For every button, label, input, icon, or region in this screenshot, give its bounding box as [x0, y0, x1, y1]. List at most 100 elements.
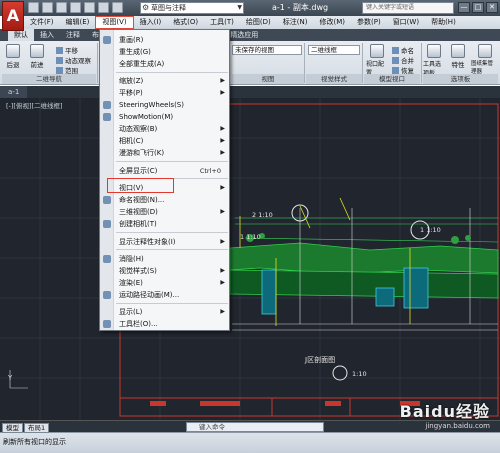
menu-item-label: 动态观察(B)	[119, 125, 158, 133]
menu-item-label: 三维视图(D)	[119, 208, 158, 216]
menu-bar: 文件(F) 编辑(E) 视图(V) 插入(I) 格式(O) 工具(T) 绘图(D) 标注(N)…	[24, 16, 500, 29]
view-menu-item-10[interactable]: 全屏显示(C) Ctrl+0	[100, 165, 229, 177]
save-as-icon[interactable]	[70, 2, 81, 13]
named-viewports-button[interactable]: 命名	[392, 45, 414, 55]
workspace-select[interactable]: ⚙ 草图与注释 ▼	[140, 2, 244, 14]
doc-tab-0[interactable]: a-1	[0, 86, 28, 98]
view-menu-item-20[interactable]: 显示(L) ▶	[100, 306, 229, 318]
view-menu-item-18[interactable]: 渲染(E) ▶	[100, 277, 229, 289]
drawing-canvas[interactable]: 2 1:10 1 1:10 1 1:10 J区剖面图 1:10 Y	[0, 98, 500, 420]
gear-icon: ⚙	[142, 3, 150, 12]
layout-tabs: 模型 布局1	[2, 423, 50, 433]
view-menu-item-19[interactable]: 运动路径动画(M)...	[100, 289, 229, 301]
chevron-right-icon: ▶	[220, 208, 225, 215]
menu-3[interactable]: 插入(I)	[134, 16, 168, 29]
properties-button[interactable]: 特性	[448, 44, 468, 69]
tab-model[interactable]: 模型	[2, 423, 23, 433]
back-button[interactable]: 后退	[6, 44, 20, 69]
menu-1[interactable]: 编辑(E)	[60, 16, 96, 29]
document-title: a-1 - 副本.dwg	[272, 3, 329, 12]
ribbon-tab-1[interactable]: 插入	[34, 29, 60, 41]
pan-hand-icon	[56, 47, 63, 54]
view-menu-item-15[interactable]: 显示注释性对象(I) ▶	[100, 236, 229, 248]
viewport-controls-label[interactable]: [-][俯视][二维线框]	[6, 100, 63, 110]
named-icon	[392, 47, 399, 54]
close-button[interactable]: ✕	[486, 2, 498, 13]
sheetset-icon	[477, 44, 492, 58]
menu-item-label: SteeringWheels(S)	[119, 101, 184, 109]
view-menu-item-21[interactable]: 工具栏(O)...	[100, 318, 229, 330]
menu-item-label: 显示(L)	[119, 308, 143, 316]
new-file-icon[interactable]	[28, 2, 39, 13]
command-input[interactable]: 键入命令	[186, 422, 324, 432]
forward-label: 前进	[30, 61, 44, 69]
menu-item-label: 全部重生成(A)	[119, 60, 165, 68]
window-controls: — □ ✕	[458, 2, 498, 13]
menu-5[interactable]: 工具(T)	[204, 16, 240, 29]
application-menu-button[interactable]: A	[2, 1, 24, 31]
ribbon-tab-7[interactable]: 精选应用	[224, 29, 264, 41]
menu-4[interactable]: 格式(O)	[167, 16, 204, 29]
tool-palettes-button[interactable]: 工具选项板	[423, 44, 445, 77]
save-icon[interactable]	[56, 2, 67, 13]
visual-style-combo[interactable]: 二维线框	[308, 45, 360, 55]
view-menu-item-7[interactable]: 动态观察(B) ▶	[100, 123, 229, 135]
menu-item-label: 工具栏(O)...	[119, 320, 158, 328]
view-menu-item-8[interactable]: 相机(C) ▶	[100, 135, 229, 147]
watermark-line1: Baidu经验	[399, 402, 490, 421]
maximize-button[interactable]: □	[472, 2, 484, 13]
viewport-config-button[interactable]: 视口配置	[366, 44, 388, 77]
redraw-icon	[103, 36, 111, 44]
view-menu-item-2[interactable]: 全部重生成(A)	[100, 58, 229, 70]
ucs-icon: Y	[8, 374, 13, 382]
pan-button[interactable]: 平移	[56, 45, 78, 55]
chevron-right-icon: ▶	[220, 267, 225, 274]
view-menu-item-17[interactable]: 视觉样式(S) ▶	[100, 265, 229, 277]
view-menu-item-6[interactable]: ShowMotion(M)	[100, 111, 229, 123]
redo-icon[interactable]	[112, 2, 123, 13]
showmotion-icon	[103, 113, 111, 121]
search-input[interactable]: 键入关键字或短语	[362, 2, 454, 14]
ribbon-tab-2[interactable]: 注释	[60, 29, 86, 41]
panel-title-2d-nav: 二维导航	[2, 74, 96, 84]
menu-item-label: ShowMotion(M)	[119, 113, 174, 121]
orbit-button[interactable]: 动态观察	[56, 55, 91, 65]
menu-11[interactable]: 帮助(H)	[425, 16, 462, 29]
quick-access-toolbar	[28, 2, 123, 13]
forward-button[interactable]: 前进	[30, 44, 44, 69]
view-menu-item-3[interactable]: 缩放(Z) ▶	[100, 75, 229, 87]
join-icon	[392, 57, 399, 64]
view-menu-item-1[interactable]: 重生成(G)	[100, 46, 229, 58]
menu-2[interactable]: 视图(V)	[95, 16, 134, 29]
sheetset-button[interactable]: 图纸集管理器	[471, 44, 498, 75]
print-icon[interactable]	[84, 2, 95, 13]
menu-6[interactable]: 绘图(D)	[240, 16, 277, 29]
view-menu-item-13[interactable]: 三维视图(D) ▶	[100, 206, 229, 218]
join-viewports-button[interactable]: 合并	[392, 55, 414, 65]
viewport-combo[interactable]: 未保存的视图	[232, 45, 302, 55]
menu-9[interactable]: 参数(P)	[351, 16, 387, 29]
menu-item-label: 命名视图(N)...	[119, 196, 165, 204]
tab-layout1[interactable]: 布局1	[24, 423, 50, 433]
menu-item-label: 渲染(E)	[119, 279, 143, 287]
menu-7[interactable]: 标注(N)	[277, 16, 314, 29]
menu-8[interactable]: 修改(M)	[313, 16, 351, 29]
orbit-icon	[56, 57, 63, 64]
view-menu-item-16[interactable]: 消隐(H)	[100, 253, 229, 265]
motion-path-icon	[103, 291, 111, 299]
view-menu-item-9[interactable]: 漫游和飞行(K) ▶	[100, 147, 229, 159]
chevron-right-icon: ▶	[220, 184, 225, 191]
view-menu-item-12[interactable]: 命名视图(N)...	[100, 194, 229, 206]
view-menu-item-14[interactable]: 创建相机(T)	[100, 218, 229, 230]
view-menu-item-4[interactable]: 平移(P) ▶	[100, 87, 229, 99]
named-label: 命名	[401, 47, 414, 55]
open-file-icon[interactable]	[42, 2, 53, 13]
undo-icon[interactable]	[98, 2, 109, 13]
menu-item-label: 全屏显示(C)	[119, 167, 158, 175]
menu-10[interactable]: 窗口(W)	[387, 16, 425, 29]
drawing-tabs: a-1	[0, 86, 500, 98]
menu-0[interactable]: 文件(F)	[24, 16, 60, 29]
minimize-button[interactable]: —	[458, 2, 470, 13]
view-menu-item-0[interactable]: 重画(R)	[100, 34, 229, 46]
view-menu-item-5[interactable]: SteeringWheels(S)	[100, 99, 229, 111]
